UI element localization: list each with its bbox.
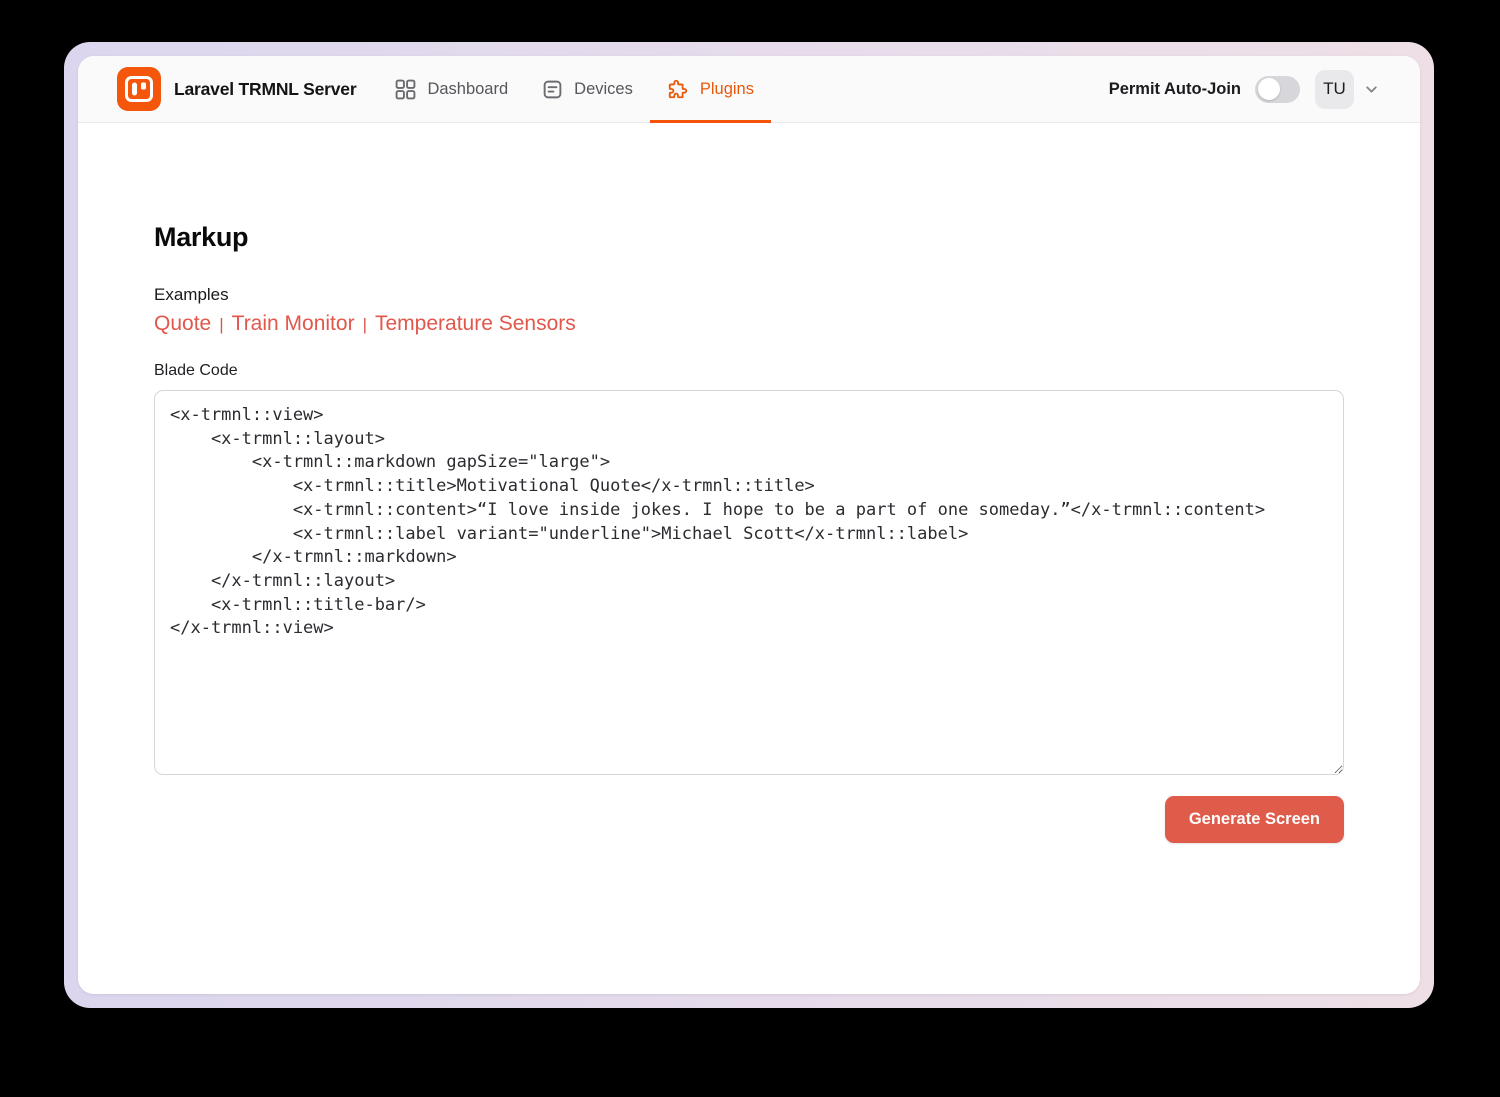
main-content: Markup Examples Quote|Train Monitor|Temp… xyxy=(78,123,1420,994)
app-window: Laravel TRMNL Server Dashboard xyxy=(64,42,1434,1008)
avatar-initials: TU xyxy=(1323,79,1346,99)
example-links: Quote|Train Monitor|Temperature Sensors xyxy=(154,312,1344,336)
nav-item-plugins[interactable]: Plugins xyxy=(650,56,771,122)
link-separator: | xyxy=(211,315,231,334)
nav-item-dashboard[interactable]: Dashboard xyxy=(378,56,525,122)
chevron-down-icon[interactable] xyxy=(1363,81,1380,98)
example-link-temperature-sensors[interactable]: Temperature Sensors xyxy=(375,312,576,335)
main-nav: Dashboard Devices xyxy=(378,56,771,122)
document-lines-icon xyxy=(542,79,563,100)
header-right: Permit Auto-Join TU xyxy=(1109,56,1380,122)
brand-title: Laravel TRMNL Server xyxy=(174,79,356,100)
nav-label-dashboard: Dashboard xyxy=(427,80,508,99)
nav-item-devices[interactable]: Devices xyxy=(525,56,650,122)
app-card: Laravel TRMNL Server Dashboard xyxy=(78,56,1420,994)
app-header: Laravel TRMNL Server Dashboard xyxy=(78,56,1420,123)
permit-auto-join-label: Permit Auto-Join xyxy=(1109,80,1241,99)
trmnl-logo-icon xyxy=(117,67,161,111)
desktop-background: Laravel TRMNL Server Dashboard xyxy=(0,0,1500,1097)
user-avatar[interactable]: TU xyxy=(1315,70,1354,109)
blade-code-label: Blade Code xyxy=(154,362,1344,380)
example-link-quote[interactable]: Quote xyxy=(154,312,211,335)
puzzle-icon xyxy=(667,78,689,100)
toggle-knob xyxy=(1258,78,1280,100)
examples-label: Examples xyxy=(154,285,1344,305)
page-title: Markup xyxy=(154,222,1344,253)
grid-icon xyxy=(395,79,416,100)
link-separator: | xyxy=(355,315,375,334)
nav-label-devices: Devices xyxy=(574,80,633,99)
generate-screen-button[interactable]: Generate Screen xyxy=(1165,796,1344,843)
brand[interactable]: Laravel TRMNL Server xyxy=(117,56,356,122)
example-link-train-monitor[interactable]: Train Monitor xyxy=(232,312,355,335)
permit-auto-join-toggle[interactable] xyxy=(1255,76,1300,103)
blade-code-textarea[interactable]: <x-trmnl::view> <x-trmnl::layout> <x-trm… xyxy=(154,390,1344,775)
nav-label-plugins: Plugins xyxy=(700,80,754,99)
